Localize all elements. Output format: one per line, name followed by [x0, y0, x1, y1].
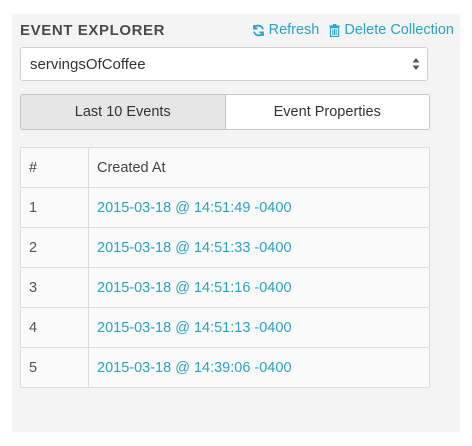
table-row: 1 2015-03-18 @ 14:51:49 -0400	[20, 187, 430, 228]
created-at-link[interactable]: 2015-03-18 @ 14:51:49 -0400	[88, 187, 430, 228]
table-row: 2 2015-03-18 @ 14:51:33 -0400	[20, 227, 430, 268]
row-index: 5	[20, 347, 89, 388]
collection-select-value: servingsOfCoffee	[30, 55, 146, 73]
table-row: 4 2015-03-18 @ 14:51:13 -0400	[20, 307, 430, 348]
column-header-index: #	[20, 147, 89, 188]
table-header-row: # Created At	[20, 147, 430, 188]
row-index: 2	[20, 227, 89, 268]
events-table: # Created At 1 2015-03-18 @ 14:51:49 -04…	[20, 147, 430, 388]
view-tabs: Last 10 Events Event Properties	[20, 94, 430, 130]
header-actions: Refresh Delete Collection	[252, 22, 454, 38]
table-row: 3 2015-03-18 @ 14:51:16 -0400	[20, 267, 430, 308]
created-at-link[interactable]: 2015-03-18 @ 14:51:16 -0400	[88, 267, 430, 308]
select-arrows-icon	[405, 48, 427, 80]
row-index: 1	[20, 187, 89, 228]
created-at-link[interactable]: 2015-03-18 @ 14:51:33 -0400	[88, 227, 430, 268]
refresh-label: Refresh	[268, 22, 320, 38]
collection-select[interactable]: servingsOfCoffee	[20, 47, 428, 81]
delete-collection-button[interactable]: Delete Collection	[329, 22, 454, 38]
column-header-created-at: Created At	[88, 147, 430, 188]
refresh-button[interactable]: Refresh	[252, 22, 320, 38]
tab-last-10-events[interactable]: Last 10 Events	[20, 94, 226, 130]
row-index: 4	[20, 307, 89, 348]
row-index: 3	[20, 267, 89, 308]
created-at-link[interactable]: 2015-03-18 @ 14:39:06 -0400	[88, 347, 430, 388]
trash-icon	[329, 23, 340, 37]
refresh-icon	[252, 24, 265, 37]
delete-collection-label: Delete Collection	[344, 22, 454, 38]
table-row: 5 2015-03-18 @ 14:39:06 -0400	[20, 347, 430, 388]
tab-event-properties[interactable]: Event Properties	[225, 94, 430, 130]
created-at-link[interactable]: 2015-03-18 @ 14:51:13 -0400	[88, 307, 430, 348]
panel-header: EVENT EXPLORER Refresh Delete Collection	[20, 20, 454, 40]
panel-title: EVENT EXPLORER	[20, 21, 166, 39]
